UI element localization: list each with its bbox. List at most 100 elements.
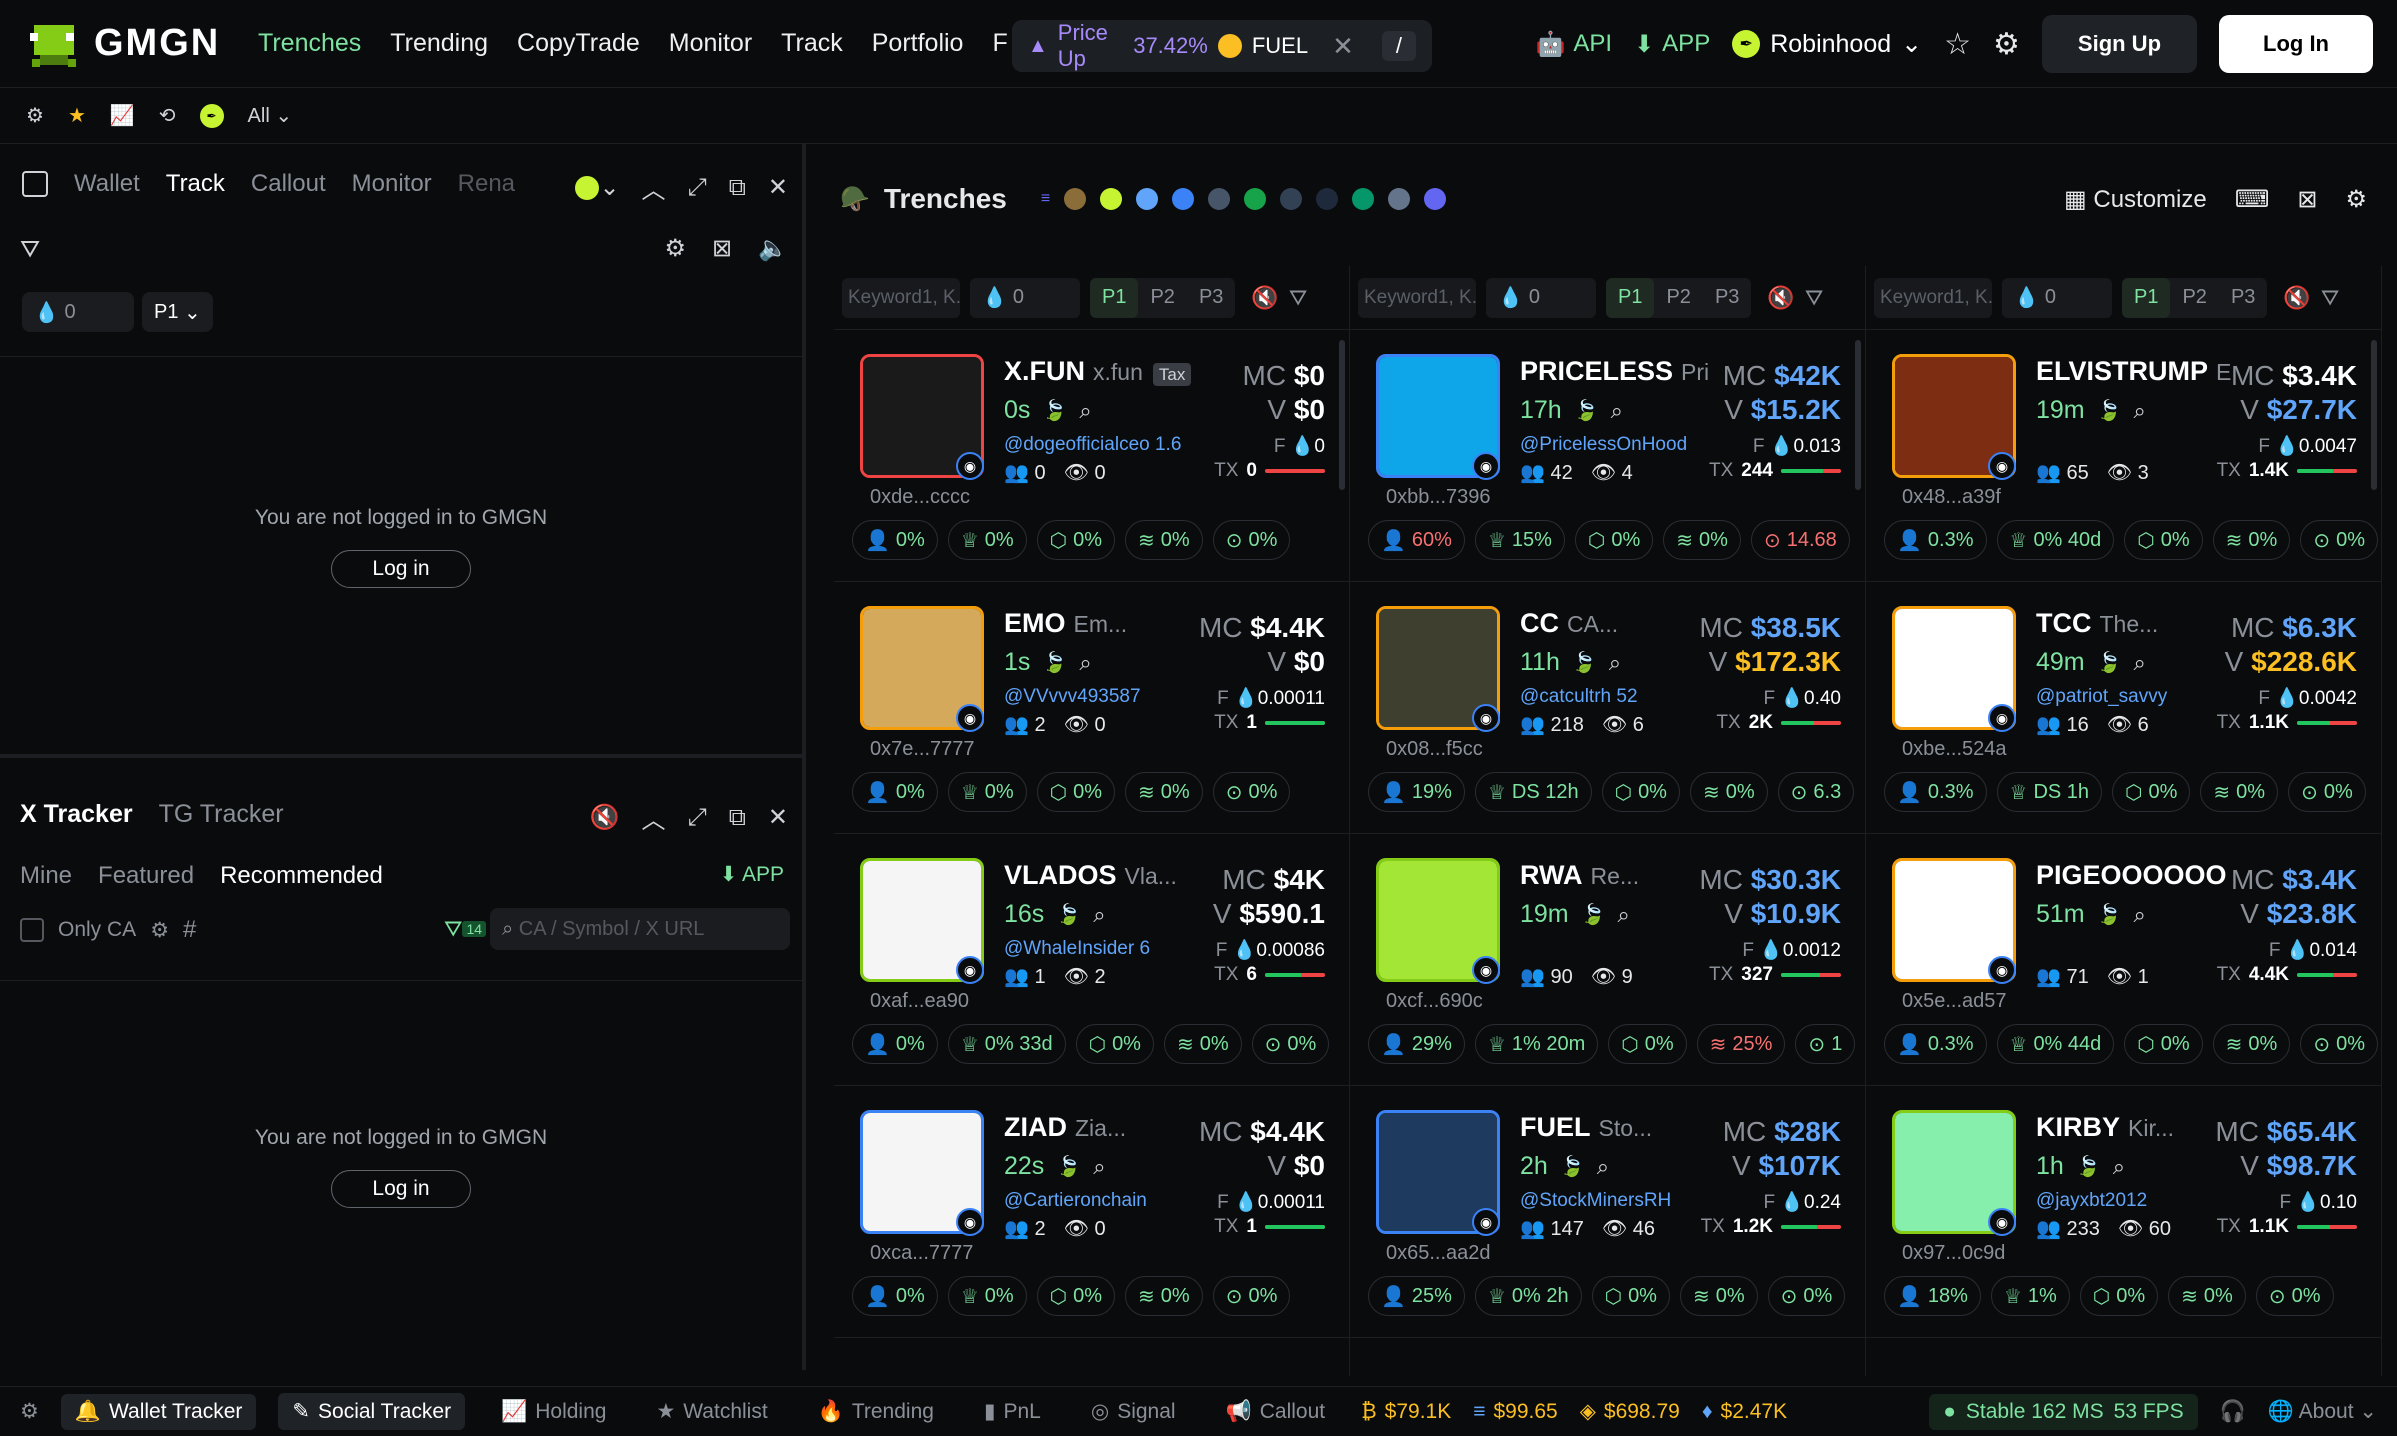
chain-icon-2[interactable] [1100,188,1123,210]
star-icon[interactable]: ★ [68,103,86,128]
mute-icon[interactable]: 🔇 [1251,285,1278,311]
chain-selector[interactable]: ✒ Robinhood ⌄ [1732,29,1922,59]
nav-track[interactable]: Track [781,29,843,58]
token-name[interactable]: CC CA... [1520,608,1618,639]
keyboard-icon[interactable]: ⌨ [2235,185,2270,214]
token-name[interactable]: EMO Em... [1004,608,1127,639]
tab-callout[interactable]: Callout [251,170,326,198]
priority-p1[interactable]: P1 [1606,277,1655,318]
callout-tab[interactable]: 📢 Callout [1212,1394,1340,1430]
trending-tab[interactable]: 🔥 Trending [804,1394,948,1430]
gear-icon[interactable]: ⚙ [2345,185,2367,214]
token-name[interactable]: ELVISTRUMP E [2036,356,2231,387]
headset-icon[interactable]: 🎧 [2220,1400,2246,1424]
token-name[interactable]: FUEL Sto... [1520,1112,1652,1143]
token-address[interactable]: 0xbb...7396 [1386,486,1491,509]
search-icon[interactable]: ⌕ [1079,398,1091,424]
priority-p2[interactable]: P2 [2170,286,2218,309]
list-icon[interactable]: ≡ [1041,190,1050,208]
search-icon[interactable]: ⌕ [2134,398,2146,424]
token-name[interactable]: RWA Re... [1520,860,1639,891]
tab-recommended[interactable]: Recommended [220,862,383,890]
twitter-handle[interactable]: @VVvvv493587 [1004,686,1141,708]
chart-icon[interactable]: 📈 [110,103,135,128]
token-address[interactable]: 0xca...7777 [870,1242,973,1265]
nav-portfolio[interactable]: Portfolio [872,29,964,58]
token-card[interactable]: ◉ 0x97...0c9d KIRBY Kir... 1h 🍃 ⌕ @jayxbt20… [1866,1086,2381,1338]
login-button[interactable]: Log In [2219,15,2373,73]
twitter-handle[interactable]: @WhaleInsider 6 [1004,938,1150,960]
token-name[interactable]: X.FUN x.fun Tax [1004,356,1192,387]
watchlist-tab[interactable]: ★ Watchlist [642,1393,781,1430]
nav-monitor[interactable]: Monitor [669,29,752,58]
search-icon[interactable]: ⌕ [1079,650,1091,676]
close-icon[interactable]: ✕ [768,803,788,832]
twitter-handle[interactable]: @patriot_savvy [2036,686,2167,708]
search-icon[interactable]: ⌕ [2113,1154,2125,1180]
token-address[interactable]: 0x65...aa2d [1386,1242,1491,1265]
tab-x-tracker[interactable]: X Tracker [20,800,133,829]
social-tracker-tab[interactable]: ✎ Social Tracker [278,1393,466,1430]
search-icon[interactable]: ⌕ [1597,1154,1609,1180]
keyword-input[interactable]: Keyword1, K... [842,277,960,318]
tab-monitor[interactable]: Monitor [352,170,432,198]
priority-p3[interactable]: P3 [2219,286,2267,309]
chain-icon-1[interactable] [1064,188,1087,210]
gmgn-logo[interactable]: GMGN [26,19,258,69]
search-icon[interactable]: ⌕ [1618,902,1630,928]
search-icon[interactable]: ⌕ [2134,902,2146,928]
chevron-up-icon[interactable]: ︿ [642,800,666,835]
twitter-handle[interactable]: @dogeofficialceo 1.6 [1004,434,1181,456]
token-name[interactable]: ZIAD Zia... [1004,1112,1126,1143]
about-menu[interactable]: 🌐 About ⌄ [2268,1399,2377,1424]
token-address[interactable]: 0xaf...ea90 [870,990,969,1013]
wallet-tracker-tab[interactable]: 🔔 Wallet Tracker [60,1393,257,1430]
chain-icon-5[interactable] [1208,188,1231,210]
tab-featured[interactable]: Featured [98,862,194,890]
login-button[interactable]: Log in [331,1170,471,1208]
buy-amount-input[interactable]: 💧 0 [1486,277,1596,318]
token-address[interactable]: 0x97...0c9d [1902,1242,2005,1265]
tab-wallet[interactable]: Wallet [74,170,140,198]
tweet-filter-icon[interactable]: ⛛ 14 [444,916,487,942]
mute-icon[interactable]: 🔇 [1767,285,1794,311]
tab-mine[interactable]: Mine [20,862,72,890]
token-name[interactable]: PRICELESS Pri [1520,356,1709,387]
token-address[interactable]: 0x48...a39f [1902,486,2001,509]
token-address[interactable]: 0x5e...ad57 [1902,990,2007,1013]
nav-copytrade[interactable]: CopyTrade [517,29,640,58]
keyword-input[interactable]: Keyword1, K... [1358,277,1476,318]
twitter-handle[interactable]: @StockMinersRH [1520,1190,1671,1212]
sidebar-toggle-icon[interactable] [22,171,48,197]
chain-icon-7[interactable] [1280,188,1303,210]
token-address[interactable]: 0xde...cccc [870,486,970,509]
star-icon[interactable]: ☆ [1944,27,1971,62]
token-name[interactable]: PIGEOOOOOO [2036,860,2235,891]
token-address[interactable]: 0x08...f5cc [1386,738,1483,761]
nav-truncated[interactable]: F [992,29,1007,58]
twitter-handle[interactable]: @jayxbt2012 [2036,1190,2147,1212]
chain-icon-9[interactable] [1352,188,1375,210]
customize-button[interactable]: ▦ Customize [2064,185,2207,214]
token-card[interactable]: ◉ 0xaf...ea90 VLADOS Vla... 16s 🍃 ⌕ @WhaleI… [834,834,1349,1086]
gear-icon[interactable]: ⚙ [1993,27,2020,62]
price-alert-ticker[interactable]: ▲ Price Up 37.42% FUEL ✕ / [1012,20,1432,72]
expand-icon[interactable]: ⤢ [688,804,707,832]
token-address[interactable]: 0x7e...7777 [870,738,975,761]
search-icon[interactable]: ⌕ [2134,650,2146,676]
chain-dropdown[interactable]: ⌄ [575,173,620,202]
token-card[interactable]: ◉ 0xbe...524a TCC The... 49m 🍃 ⌕ @patriot_s… [1866,582,2381,834]
twitter-handle[interactable]: @catcultrh 52 [1520,686,1638,708]
token-card[interactable]: ◉ 0xde...cccc X.FUN x.fun Tax 0s 🍃 ⌕ @dogeof… [834,330,1349,582]
filter-icon[interactable]: ⛛ [1805,285,1823,311]
bookmark-icon[interactable]: ⊠ [712,234,732,263]
search-input[interactable]: ⌕ CA / Symbol / X URL [490,908,790,950]
close-icon[interactable]: ✕ [1332,31,1354,62]
signup-button[interactable]: Sign Up [2041,15,2198,73]
token-card[interactable]: ◉ 0xbb...7396 PRICELESS Pri 17h 🍃 ⌕ @Pricel… [1350,330,1865,582]
mute-icon[interactable]: 🔇 [590,803,620,832]
token-card[interactable]: ◉ 0x08...f5cc CC CA... 11h 🍃 ⌕ @catcultrh 5… [1350,582,1865,834]
pnl-tab[interactable]: ▮ PnL [970,1393,1055,1430]
token-card[interactable]: ◉ 0x7e...7777 EMO Em... 1s 🍃 ⌕ @VVvvv493587… [834,582,1349,834]
popout-icon[interactable]: ⧉ [729,804,746,832]
